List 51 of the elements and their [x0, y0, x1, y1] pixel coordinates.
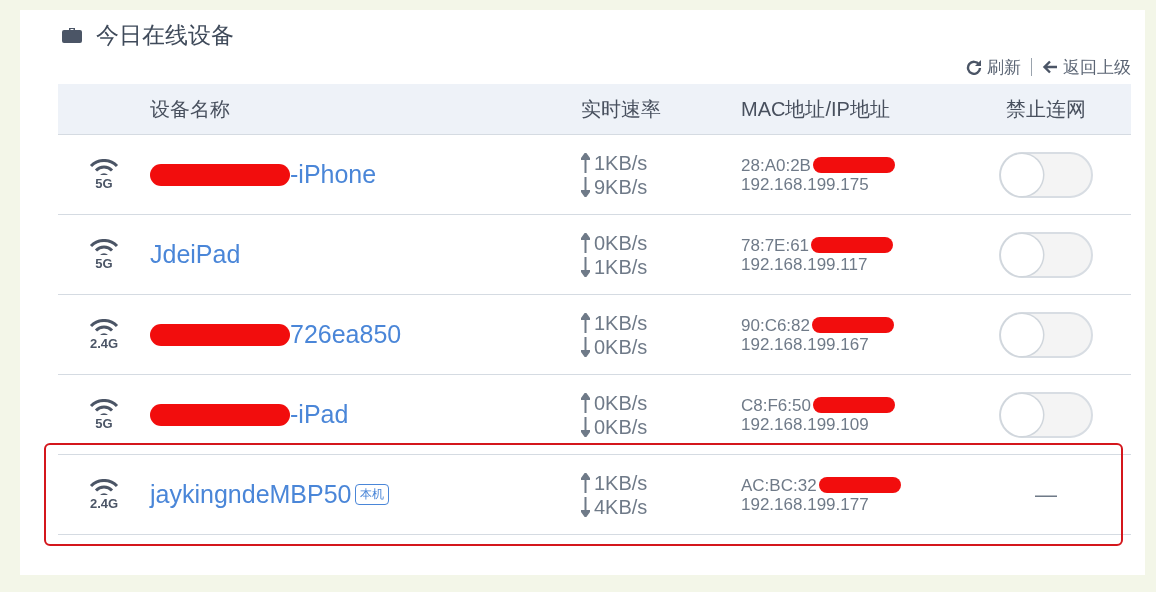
upload-arrow-icon	[581, 312, 590, 333]
mac-address: 78:7E:61	[741, 235, 810, 255]
upload-arrow-icon	[581, 392, 590, 413]
upload-speed: 0KB/s	[594, 390, 648, 415]
block-toggle[interactable]	[999, 151, 1093, 198]
upload-speed: 1KB/s	[594, 470, 648, 495]
column-header: 设备名称	[150, 96, 231, 122]
mac-address: AC:BC:32	[741, 475, 817, 495]
device-name-link[interactable]: 726ea850	[290, 320, 402, 349]
device-name-link[interactable]: JdeiPad	[150, 240, 241, 269]
block-toggle[interactable]	[999, 311, 1093, 358]
device-name-link[interactable]: -iPhone	[290, 160, 377, 189]
device-name-link[interactable]: -iPad	[290, 400, 349, 429]
upload-arrow-icon	[581, 232, 590, 253]
download-arrow-icon	[581, 336, 590, 357]
upload-speed: 1KB/s	[594, 150, 648, 175]
mac-address: C8:F6:50	[741, 395, 811, 415]
refresh-link[interactable]: 刷新	[966, 55, 1021, 79]
upload-arrow-icon	[581, 472, 590, 493]
block-toggle[interactable]	[999, 231, 1093, 278]
column-header: 实时速率	[581, 96, 662, 122]
mac-address: 90:C6:82	[741, 315, 810, 335]
briefcase-icon	[62, 27, 82, 43]
upload-speed: 0KB/s	[594, 230, 648, 255]
local-device-badge: 本机	[354, 484, 389, 505]
upload-arrow-icon	[581, 152, 590, 173]
column-header: MAC地址/IP地址	[741, 96, 891, 122]
download-speed: 0KB/s	[594, 334, 648, 359]
download-speed: 9KB/s	[594, 174, 648, 199]
download-arrow-icon	[581, 416, 590, 437]
download-speed: 0KB/s	[594, 414, 648, 439]
ip-address: 192.168.199.117	[741, 254, 869, 274]
block-toggle[interactable]	[999, 391, 1093, 438]
download-speed: 4KB/s	[594, 494, 648, 519]
upload-speed: 1KB/s	[594, 310, 648, 335]
download-arrow-icon	[581, 256, 590, 277]
page-title: 今日在线设备	[96, 20, 234, 50]
ip-address: 192.168.199.167	[741, 334, 870, 354]
device-name-link[interactable]: jaykingndeMBP50	[150, 480, 352, 509]
download-arrow-icon	[581, 176, 590, 197]
download-speed: 1KB/s	[594, 254, 648, 279]
ip-address: 192.168.199.177	[741, 494, 870, 514]
download-arrow-icon	[581, 496, 590, 517]
ip-address: 192.168.199.175	[741, 174, 870, 194]
column-header: 禁止连网	[1005, 96, 1087, 122]
back-link[interactable]: 返回上级	[1042, 55, 1131, 79]
not-applicable-dash: —	[1035, 481, 1057, 508]
mac-address: 28:A0:2B	[741, 155, 811, 175]
back-arrow-icon	[1042, 60, 1058, 74]
ip-address: 192.168.199.109	[741, 414, 870, 434]
refresh-icon	[966, 59, 982, 75]
